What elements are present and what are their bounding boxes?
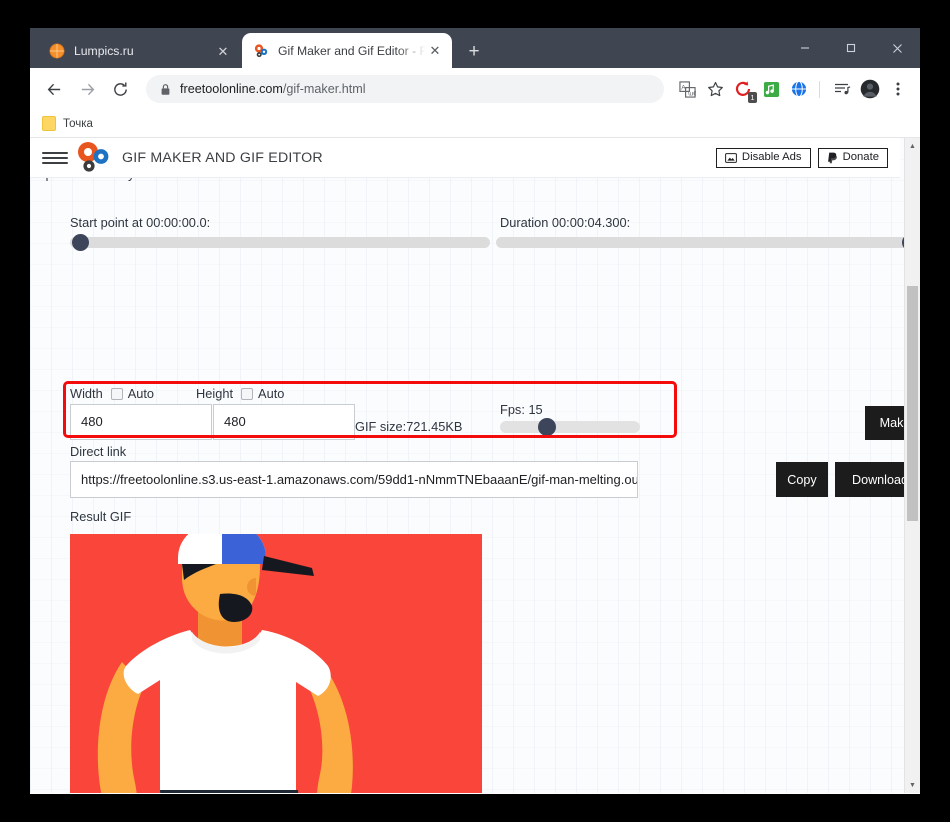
svg-text:A: A <box>681 84 686 91</box>
browser-window: Lumpics.ru ✕ Gif Maker and Gif Editor - … <box>30 28 920 794</box>
paypal-icon <box>827 152 837 163</box>
width-label: Width <box>70 386 103 401</box>
lock-icon <box>160 83 171 96</box>
start-point-slider[interactable] <box>70 234 490 251</box>
scrollbar-up-arrow[interactable]: ▲ <box>905 138 920 154</box>
browser-tab-lumpics[interactable]: Lumpics.ru ✕ <box>38 34 240 68</box>
extension-music-icon[interactable] <box>758 76 784 102</box>
address-bar-url: freetoolonline.com/gif-maker.html <box>180 82 366 96</box>
close-icon <box>892 43 902 53</box>
reload-icon <box>113 82 127 96</box>
disable-ads-label: Disable Ads <box>741 150 802 163</box>
new-tab-button[interactable]: + <box>462 40 486 64</box>
donate-button[interactable]: Donate <box>817 147 888 168</box>
bookmarks-bar: Точка <box>30 110 920 138</box>
url-domain: freetoolonline.com <box>180 82 283 96</box>
svg-text:\u6587: \u6587 <box>687 90 695 97</box>
direct-link-input[interactable]: https://freetoolonline.s3.us-east-1.amaz… <box>70 461 638 498</box>
profile-avatar[interactable] <box>857 76 883 102</box>
height-auto-label: Auto <box>258 386 285 401</box>
browser-tab-gif-maker[interactable]: Gif Maker and Gif Editor - Free To ✕ <box>242 33 452 68</box>
height-auto-checkbox[interactable] <box>241 387 254 400</box>
reload-button[interactable] <box>105 74 135 104</box>
page-content: R orum link has available now (will be d… <box>30 138 920 793</box>
fps-label: Fps: 15 <box>500 402 543 417</box>
width-label-group: Width Auto <box>70 386 154 401</box>
scrollbar-down-arrow[interactable]: ▼ <box>905 777 920 793</box>
page-viewport: R orum link has available now (will be d… <box>30 138 920 793</box>
url-path: /gif-maker.html <box>282 82 366 96</box>
start-point-slider-thumb[interactable] <box>72 234 89 251</box>
fps-slider-thumb[interactable] <box>538 418 556 436</box>
orange-circle-icon <box>49 43 65 59</box>
gif-size-label: GIF size:721.45KB <box>355 419 463 434</box>
bookmark-label: Точка <box>63 117 93 130</box>
header-actions: Disable Ads Donate <box>715 147 888 168</box>
tab-title: Gif Maker and Gif Editor - Free To <box>278 43 426 58</box>
no-ads-icon <box>725 152 737 163</box>
page-scrollbar[interactable]: ▲ ▼ <box>904 138 920 793</box>
size-labels-row: Width Auto Height Auto <box>70 386 284 401</box>
height-label-group: Height Auto <box>196 386 284 401</box>
fps-slider[interactable] <box>500 418 640 436</box>
scrollbar-thumb[interactable] <box>907 286 918 521</box>
width-auto-checkbox[interactable] <box>110 387 123 400</box>
tab-close-icon[interactable]: ✕ <box>426 42 444 60</box>
bookmark-item[interactable]: Точка <box>42 116 93 131</box>
address-bar[interactable]: freetoolonline.com/gif-maker.html <box>146 75 664 103</box>
start-point-label: Start point at 00:00:00.0: <box>70 215 211 230</box>
direct-link-label: Direct link <box>70 444 127 459</box>
site-header: GIF MAKER AND GIF EDITOR Disable Ads Don… <box>30 138 900 178</box>
maximize-icon <box>846 43 856 53</box>
result-gif-image <box>70 534 482 793</box>
browser-toolbar: freetoolonline.com/gif-maker.html A \u65… <box>30 68 920 110</box>
window-close-button[interactable] <box>874 28 920 68</box>
width-input[interactable]: 480 <box>70 404 212 440</box>
height-input[interactable]: 480 <box>213 404 355 440</box>
tab-strip: Lumpics.ru ✕ Gif Maker and Gif Editor - … <box>30 28 920 68</box>
height-label: Height <box>196 386 234 401</box>
extension-globe-icon[interactable] <box>786 76 812 102</box>
result-gif-label: Result GIF <box>70 509 132 524</box>
gears-icon <box>74 141 114 175</box>
gears-icon <box>254 43 268 57</box>
toolbar-divider <box>819 80 820 98</box>
bookmark-star-icon[interactable] <box>702 76 728 102</box>
disable-ads-button[interactable]: Disable Ads <box>715 147 811 168</box>
minimize-icon <box>801 47 809 49</box>
back-arrow-icon <box>47 83 60 95</box>
duration-label: Duration 00:00:04.300: <box>500 215 631 230</box>
page-title: GIF MAKER AND GIF EDITOR <box>122 149 323 166</box>
translate-icon[interactable]: A \u6587 <box>674 76 700 102</box>
donate-label: Donate <box>842 150 879 163</box>
extension-red-icon[interactable]: 1 <box>730 76 757 103</box>
width-auto-label: Auto <box>127 386 155 401</box>
forward-button[interactable] <box>72 74 102 104</box>
extension-badge-count: 1 <box>747 92 757 103</box>
forward-arrow-icon <box>81 83 94 95</box>
reading-list-icon[interactable] <box>829 76 855 102</box>
chrome-menu-icon[interactable] <box>885 76 911 102</box>
window-maximize-button[interactable] <box>828 28 874 68</box>
back-button[interactable] <box>39 74 69 104</box>
tab-title: Lumpics.ru <box>74 44 134 58</box>
folder-icon <box>42 116 56 131</box>
tab-close-icon[interactable]: ✕ <box>214 42 232 60</box>
duration-slider[interactable] <box>496 234 920 251</box>
hamburger-icon[interactable] <box>42 151 68 164</box>
window-minimize-button[interactable] <box>782 28 828 68</box>
copy-button[interactable]: Copy <box>776 462 828 497</box>
